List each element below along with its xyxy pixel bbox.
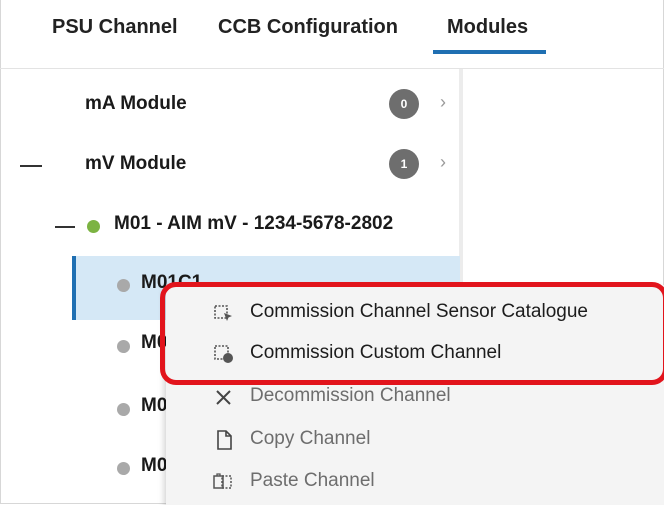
custom-channel-icon [214, 345, 233, 363]
menu-item-commission-custom-channel[interactable]: Commission Custom Channel [166, 335, 664, 373]
collapse-icon[interactable] [55, 226, 75, 228]
status-dot-icon [87, 220, 100, 233]
menu-item-paste-channel[interactable]: Paste Channel [166, 463, 664, 501]
tab-ccb-configuration[interactable]: CCB Configuration [218, 16, 398, 39]
status-dot-icon [117, 340, 130, 353]
menu-item-copy-channel[interactable]: Copy Channel [166, 421, 664, 459]
menu-item-decommission-channel[interactable]: Decommission Channel [166, 378, 664, 416]
status-dot-icon [117, 403, 130, 416]
module-label: M01 - AIM mV - 1234-5678-2802 [114, 213, 394, 234]
menu-item-label: Paste Channel [250, 470, 375, 491]
group-label: mA Module [85, 93, 187, 114]
menu-item-label: Commission Custom Channel [250, 342, 502, 363]
selection-indicator [72, 256, 76, 320]
status-dot-icon [117, 462, 130, 475]
sensor-catalogue-icon [214, 305, 232, 321]
status-dot-icon [117, 279, 130, 292]
context-menu: Commission Channel Sensor Catalogue Comm… [166, 285, 664, 505]
paste-icon [213, 473, 232, 489]
chevron-right-icon[interactable]: › [440, 92, 446, 113]
close-icon [216, 390, 231, 405]
collapse-icon[interactable] [20, 165, 42, 167]
copy-icon [217, 430, 232, 450]
menu-item-label: Decommission Channel [250, 385, 451, 406]
tab-psu-channel[interactable]: PSU Channel [52, 16, 178, 39]
count-badge: 0 [389, 89, 419, 119]
tab-modules[interactable]: Modules [447, 16, 528, 39]
active-tab-indicator [433, 50, 546, 54]
group-label: mV Module [85, 153, 187, 174]
menu-item-label: Commission Channel Sensor Catalogue [250, 301, 588, 322]
chevron-right-icon[interactable]: › [440, 152, 446, 173]
menu-item-commission-sensor-catalogue[interactable]: Commission Channel Sensor Catalogue [166, 294, 664, 332]
menu-item-label: Copy Channel [250, 428, 371, 449]
count-badge: 1 [389, 149, 419, 179]
tab-bar: PSU Channel CCB Configuration Modules [0, 0, 664, 69]
